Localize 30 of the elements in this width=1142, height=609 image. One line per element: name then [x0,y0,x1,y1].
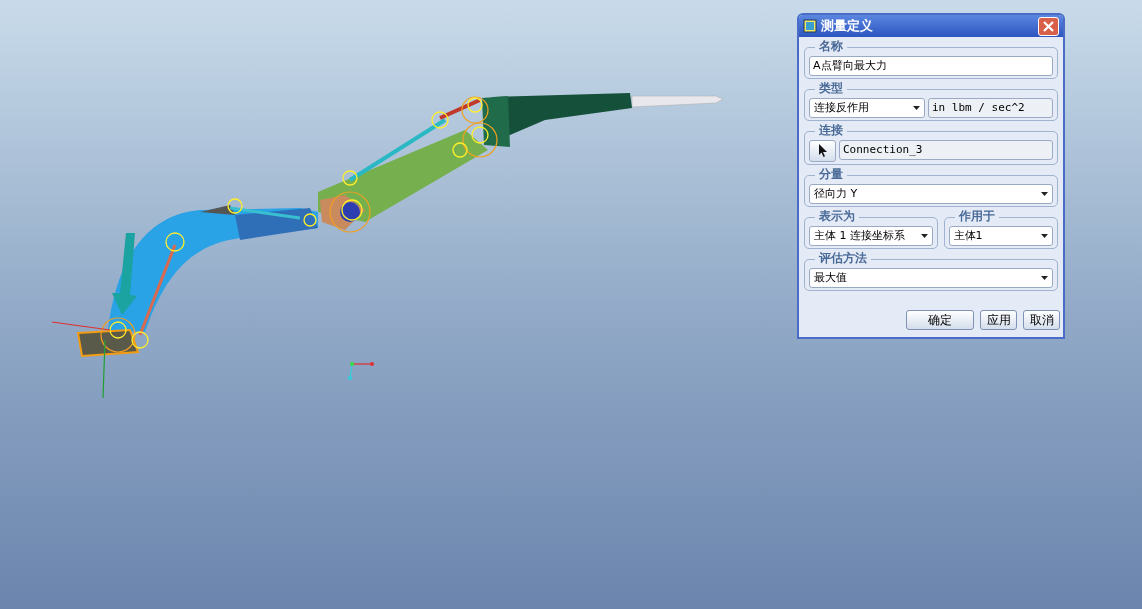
dropdown[interactable]: 最大值 [809,268,1053,288]
group-label: 分量 [815,166,847,182]
window-icon [803,19,817,33]
caret-icon [1041,192,1048,196]
name-field[interactable]: A点臂向最大力 [809,56,1053,76]
caret-icon [913,106,920,110]
dropdown[interactable]: 主体1 [948,226,1053,246]
units-field[interactable]: in lbm / sec^2 [928,98,1053,118]
coordinate-axes-icon [348,362,374,380]
group-label: 类型 [815,80,847,96]
dialog-title: 测量定义 [821,17,874,36]
connection-field[interactable]: Connection_3 [839,140,1053,160]
close-button[interactable] [1038,16,1059,36]
dropdown[interactable]: 连接反作用 [809,98,925,118]
caret-icon [1041,234,1048,238]
dropdown[interactable]: 径向力 Y [809,184,1053,204]
group-label: 评估方法 [815,250,871,266]
group-label: 名称 [815,38,847,54]
dialog-button[interactable]: 取消 [1023,310,1060,330]
pointer-icon [817,144,828,158]
group-label: 表示为 [815,208,859,224]
caret-icon [1041,276,1048,280]
dropdown[interactable]: 主体 1 连接坐标系 [809,226,933,246]
select-button[interactable] [809,140,836,162]
caret-icon [920,234,928,238]
dialog-button[interactable]: 确定 [906,310,974,330]
dialog-button[interactable]: 应用 [980,310,1017,330]
group-label: 连接 [815,122,847,138]
close-icon [1043,20,1054,32]
group-label: 作用于 [954,208,999,224]
